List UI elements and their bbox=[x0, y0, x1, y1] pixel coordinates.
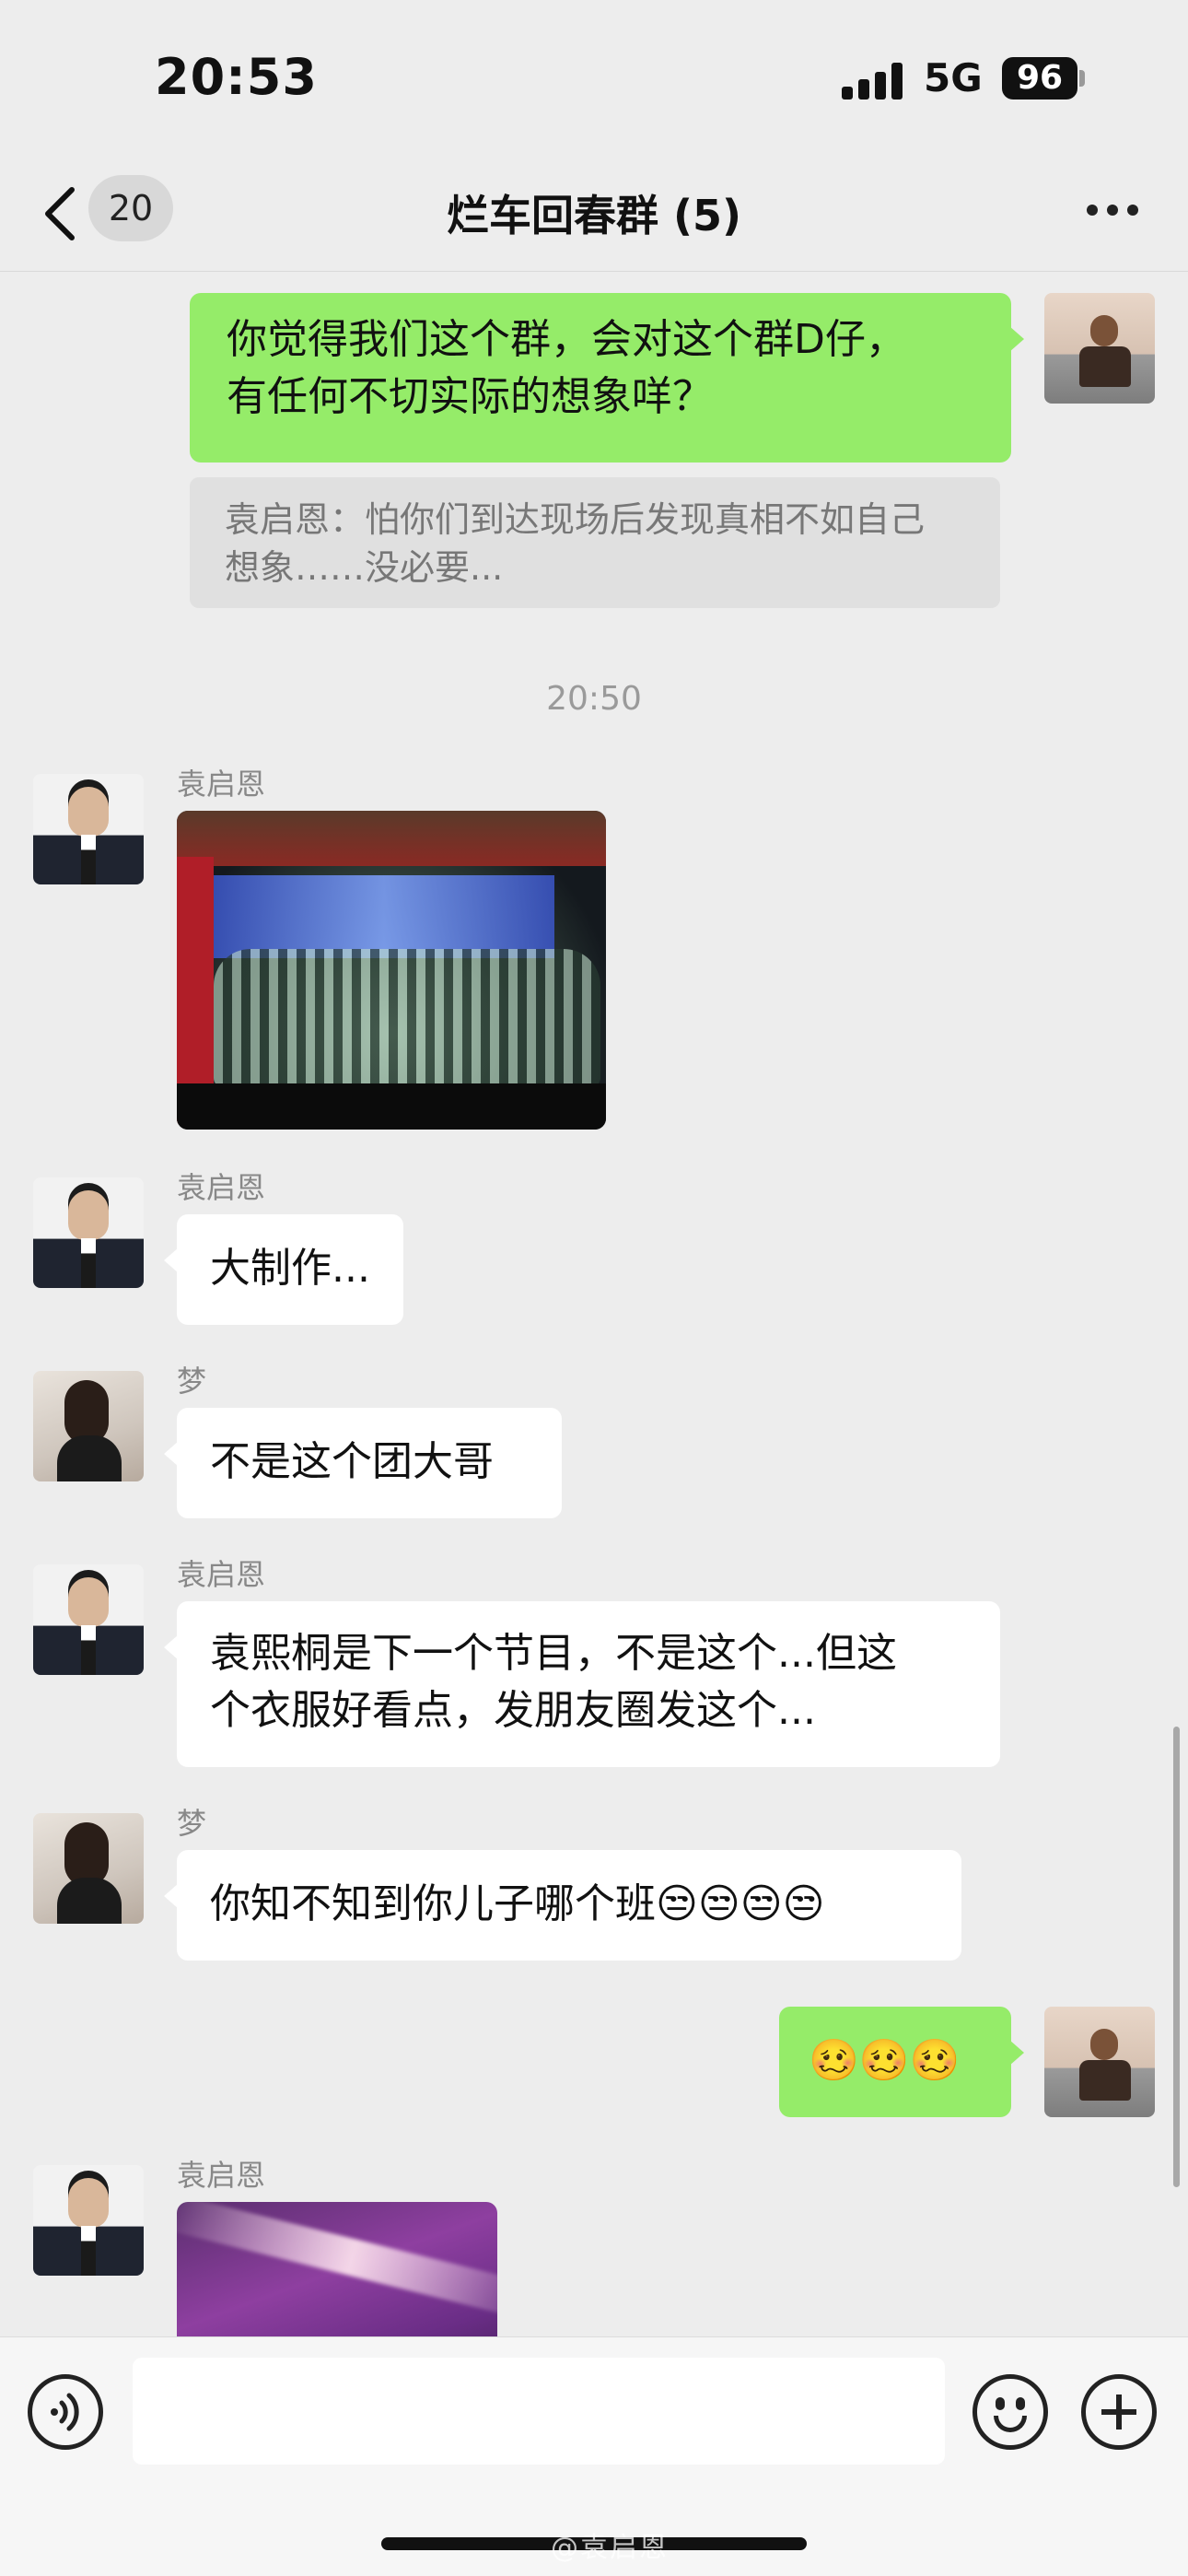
avatar-yuan[interactable] bbox=[33, 774, 144, 884]
watermark: @袁启恩 bbox=[551, 2532, 669, 2564]
avatar-yuan[interactable] bbox=[33, 1177, 144, 1288]
quoted-message[interactable]: 袁启恩：怕你们到达现场后发现真相不如自己 想象……没必要... bbox=[190, 477, 1000, 608]
status-time: 20:53 bbox=[155, 48, 318, 106]
chat-title: 烂车回春群 (5) bbox=[446, 191, 742, 240]
sender-name: 袁启恩 bbox=[177, 767, 266, 802]
time-separator: 20:50 bbox=[546, 680, 642, 718]
emoji-icon[interactable] bbox=[973, 2374, 1048, 2450]
network-label: 5G bbox=[924, 55, 983, 100]
message-text-line: 个衣服好看点，发朋友圈发这个... bbox=[210, 1687, 816, 1734]
battery-tip bbox=[1079, 70, 1085, 87]
image-message-stage[interactable] bbox=[177, 811, 606, 1130]
message-text-line: 袁熙桐是下一个节目，不是这个...但这 bbox=[210, 1630, 897, 1677]
battery-icon: 96 bbox=[1002, 57, 1077, 100]
message-text-line: 有任何不切实际的想象咩？ bbox=[227, 373, 713, 420]
status-bar: 20:53 5G 96 bbox=[0, 0, 1188, 157]
avatar-meng[interactable] bbox=[33, 1371, 144, 1481]
message-bubble-outgoing[interactable]: 你觉得我们这个群，会对这个群D仔， 有任何不切实际的想象咩？ bbox=[190, 293, 1024, 463]
chat-area[interactable]: 你觉得我们这个群，会对这个群D仔， 有任何不切实际的想象咩？ 袁启恩：怕你们到达… bbox=[0, 273, 1188, 2336]
avatar-self[interactable] bbox=[1044, 2007, 1155, 2117]
voice-icon[interactable] bbox=[28, 2374, 103, 2450]
avatar-self[interactable] bbox=[1044, 293, 1155, 404]
message-bubble-incoming[interactable]: 袁熙桐是下一个节目，不是这个...但这 个衣服好看点，发朋友圈发这个... bbox=[164, 1601, 1000, 1767]
quote-text-line: 想象……没必要... bbox=[225, 547, 504, 588]
quote-text-line: 袁启恩：怕你们到达现场后发现真相不如自己 bbox=[225, 499, 926, 540]
sender-name: 袁启恩 bbox=[177, 1557, 266, 1592]
sender-name: 袁启恩 bbox=[177, 2158, 266, 2193]
message-input[interactable] bbox=[133, 2358, 945, 2465]
sender-name: 梦 bbox=[177, 1806, 207, 1841]
avatar-yuan[interactable] bbox=[33, 2165, 144, 2276]
message-bubble-outgoing[interactable]: 🥴🥴🥴 bbox=[779, 2007, 1024, 2117]
chat-scrollbar[interactable] bbox=[1173, 1727, 1180, 2187]
signal-icon bbox=[842, 63, 906, 100]
message-bubble-incoming[interactable]: 不是这个团大哥 bbox=[164, 1408, 562, 1518]
avatar-meng[interactable] bbox=[33, 1813, 144, 1924]
more-icon[interactable] bbox=[1087, 205, 1142, 219]
image-message-purple[interactable] bbox=[177, 2202, 497, 2336]
avatar-yuan[interactable] bbox=[33, 1564, 144, 1675]
message-text-line: 你觉得我们这个群，会对这个群D仔， bbox=[227, 316, 906, 363]
message-bubble-incoming[interactable]: 大制作... bbox=[164, 1214, 403, 1325]
sender-name: 袁启恩 bbox=[177, 1170, 266, 1205]
nav-bar: 20 烂车回春群 (5) bbox=[0, 157, 1188, 272]
message-bubble-incoming[interactable]: 你知不知到你儿子哪个班😒😒😒😒 bbox=[164, 1850, 961, 1961]
sender-name: 梦 bbox=[177, 1364, 207, 1399]
plus-icon[interactable] bbox=[1081, 2374, 1157, 2450]
